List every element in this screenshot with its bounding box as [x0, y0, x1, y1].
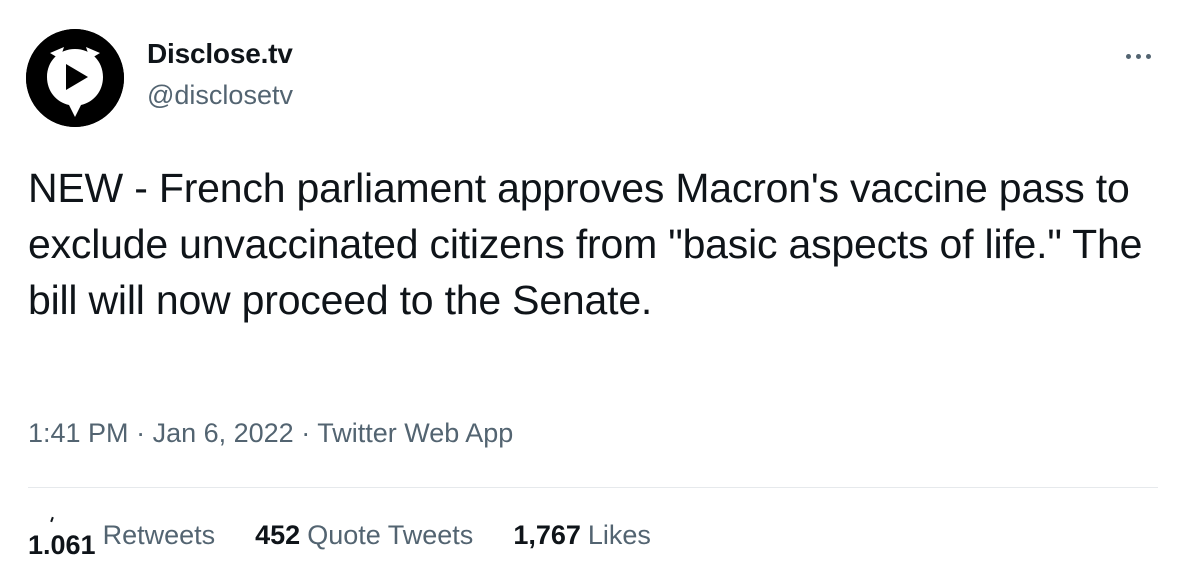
quote-tweets-label: Quote Tweets: [307, 520, 474, 550]
meta-separator: ·: [293, 418, 318, 448]
tweet-time[interactable]: 1:41 PM: [28, 418, 129, 448]
tweet-date[interactable]: Jan 6, 2022: [153, 418, 294, 448]
author-display-name[interactable]: Disclose.tv: [147, 38, 293, 70]
tweet-text: NEW - French parliament approves Macron'…: [28, 165, 1143, 323]
play-speech-bubble-icon: [26, 29, 124, 127]
retweets-count: 1.061: [28, 530, 96, 560]
retweets-stat[interactable]: 1.061 Retweets: [28, 520, 216, 560]
likes-stat[interactable]: 1,767 Likes: [513, 520, 651, 551]
quote-tweets-count: 452: [255, 520, 301, 550]
ellipsis-dot: [1125, 53, 1131, 59]
tweet-metadata: 1:41 PM · Jan 6, 2022 · Twitter Web App: [28, 418, 513, 449]
likes-label: Likes: [587, 520, 651, 550]
retweets-label: Retweets: [102, 520, 216, 550]
quote-tweets-stat[interactable]: 452 Quote Tweets: [255, 520, 473, 551]
ellipsis-icon[interactable]: [1118, 44, 1158, 68]
divider: [28, 487, 1158, 488]
ellipsis-dot: [1135, 53, 1141, 59]
ellipsis-dot: [1145, 53, 1151, 59]
tweet-stats: 1.061 Retweets 452 Quote Tweets 1,767 Li…: [28, 520, 651, 560]
likes-count: 1,767: [513, 520, 581, 550]
meta-separator: ·: [128, 418, 153, 448]
author-handle[interactable]: @disclosetv: [147, 80, 293, 111]
tweet-source-app[interactable]: Twitter Web App: [317, 418, 513, 448]
author-avatar[interactable]: [26, 29, 124, 127]
